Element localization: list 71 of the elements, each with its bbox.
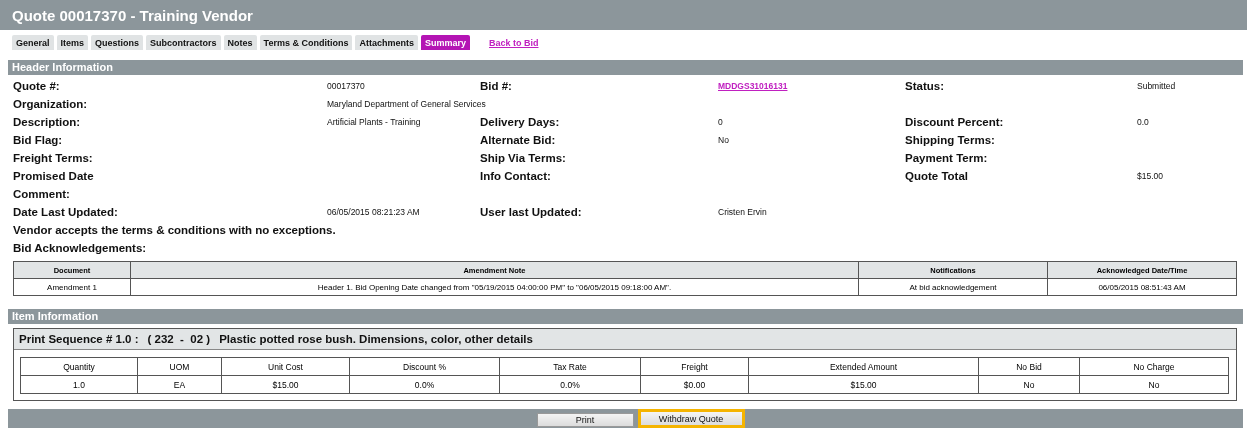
column-header: Tax Rate: [499, 357, 641, 376]
table-cell: No: [1079, 375, 1229, 394]
item-description: Plastic potted rose bush. Dimensions, color, other details: [219, 333, 533, 345]
table-cell: Header 1. Bid Opening Date changed from "05/19/2015 04:00:00 PM" to "06/05/2015 09:18:00 AM".: [130, 278, 859, 296]
field-value: Cristen Ervin: [718, 207, 767, 217]
tab[interactable]: Terms & Conditions: [259, 35, 353, 50]
action-button[interactable]: Withdraw Quote: [637, 409, 745, 428]
table-cell: No: [978, 375, 1080, 394]
table-cell: At bid acknowledgement: [858, 278, 1048, 296]
field-label: Bid #:: [480, 80, 513, 92]
table-cell: 0.0%: [349, 375, 500, 394]
section-header: Item Information: [8, 309, 1243, 324]
column-header: Quantity: [20, 357, 138, 376]
column-header: Unit Cost: [221, 357, 350, 376]
action-button[interactable]: Print: [536, 413, 634, 427]
field-value: Artificial Plants - Training: [327, 117, 421, 127]
tab[interactable]: Questions: [91, 35, 144, 50]
table-cell: EA: [137, 375, 222, 394]
table-cell: 1.0: [20, 375, 138, 394]
tab[interactable]: Notes: [223, 35, 257, 50]
window-title: Quote 00017370 - Training Vendor: [12, 6, 253, 24]
field-label: Organization:: [13, 98, 89, 110]
column-header: UOM: [137, 357, 222, 376]
sequence-label: Print Sequence # 1.0 :: [19, 333, 139, 345]
tab[interactable]: General: [12, 35, 54, 50]
field-value: $15.00: [1137, 171, 1163, 181]
field-label: Status:: [905, 80, 945, 92]
field-value: 0.0: [1137, 117, 1149, 127]
field-value: Submitted: [1137, 81, 1176, 91]
table-cell: Amendment 1: [13, 278, 131, 296]
tab[interactable]: Items: [56, 35, 89, 50]
table-cell: $15.00: [748, 375, 979, 394]
field-label: Promised Date: [13, 170, 95, 182]
statement-text: Bid Acknowledgements:: [13, 241, 148, 256]
field-label: Date Last Updated:: [13, 206, 119, 218]
tab[interactable]: Attachments: [355, 35, 418, 50]
column-header: Discount %: [349, 357, 500, 376]
field-label: Freight Terms:: [13, 152, 94, 164]
field-value: 00017370: [327, 81, 365, 91]
field-label: User last Updated:: [480, 206, 583, 218]
field-label: Comment:: [13, 188, 71, 200]
section-header: Header Information: [8, 60, 1243, 75]
field-label: Info Contact:: [480, 170, 552, 182]
item-code: ( 232 - 02 ): [147, 333, 211, 345]
field-label: Ship Via Terms:: [480, 152, 567, 164]
tab[interactable]: Summary: [420, 35, 470, 50]
field-value: 0: [718, 117, 723, 127]
field-label: Description:: [13, 116, 82, 128]
tab[interactable]: Subcontractors: [146, 35, 221, 50]
statement-text: Vendor accepts the terms & conditions with no exceptions.: [13, 223, 337, 238]
field-label: Shipping Terms:: [905, 134, 996, 146]
field-label: Bid Flag:: [13, 134, 64, 146]
table-cell: $15.00: [221, 375, 350, 394]
field-label: Quote #:: [13, 80, 61, 92]
field-label: Payment Term:: [905, 152, 989, 164]
field-value: 06/05/2015 08:21:23 AM: [327, 207, 420, 217]
table-cell: $0.00: [640, 375, 749, 394]
field-label: Alternate Bid:: [480, 134, 557, 146]
field-label: Discount Percent:: [905, 116, 1005, 128]
column-header: No Bid: [978, 357, 1080, 376]
column-header: Extended Amount: [748, 357, 979, 376]
column-header: No Charge: [1079, 357, 1229, 376]
field-label: Quote Total: [905, 170, 970, 182]
field-value: Maryland Department of General Services: [327, 99, 486, 109]
field-value: No: [718, 135, 729, 145]
table-cell: 06/05/2015 08:51:43 AM: [1047, 278, 1237, 296]
field-label: Delivery Days:: [480, 116, 561, 128]
bid-link[interactable]: MDDGS31016131: [718, 81, 788, 91]
column-header: Freight: [640, 357, 749, 376]
back-link[interactable]: Back to Bid: [489, 37, 539, 48]
table-cell: 0.0%: [499, 375, 641, 394]
